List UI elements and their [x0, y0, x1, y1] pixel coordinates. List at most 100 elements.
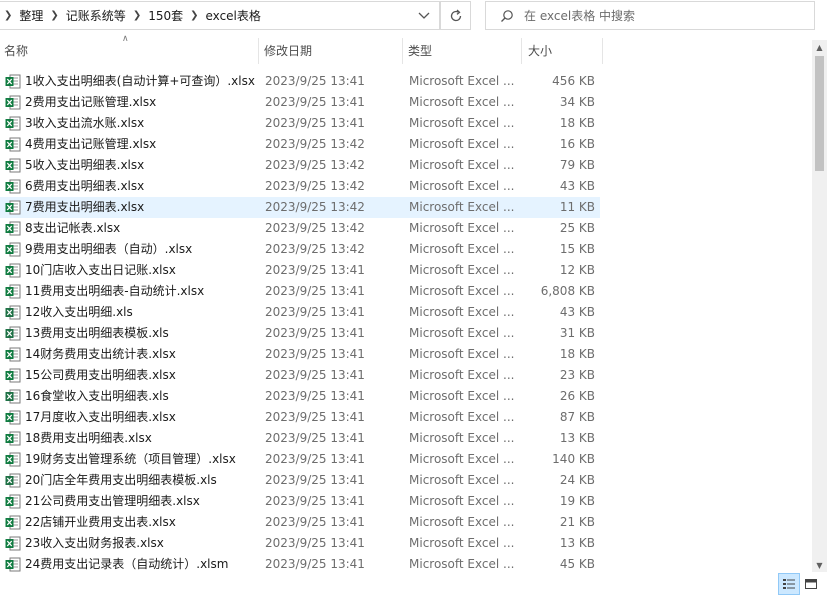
- file-row[interactable]: 17月度收入支出明细表.xlsx 2023/9/25 13:41 Microsoft…: [0, 407, 600, 428]
- file-size: 43 KB: [559, 179, 595, 193]
- breadcrumb-separator-icon[interactable]: ❯: [50, 10, 58, 21]
- file-date: 2023/9/25 13:41: [265, 284, 365, 298]
- file-row[interactable]: 1收入支出明细表(自动计算+可查询）.xlsx 2023/9/25 13:41 Mi…: [0, 71, 600, 92]
- search-input[interactable]: 在 excel表格 中搜索: [524, 7, 635, 24]
- breadcrumb-separator-icon[interactable]: ❯: [4, 10, 12, 21]
- address-history-dropdown[interactable]: [409, 2, 439, 29]
- large-icons-view-button[interactable]: [800, 573, 822, 595]
- excel-xlsx-icon: [5, 263, 21, 278]
- file-name: 18费用支出明细表.xlsx: [25, 431, 152, 445]
- file-date: 2023/9/25 13:41: [265, 95, 365, 109]
- file-date: 2023/9/25 13:41: [265, 473, 365, 487]
- details-view-button[interactable]: [778, 573, 800, 595]
- breadcrumb-item[interactable]: 整理: [19, 7, 43, 24]
- top-bar: ❯ 整理 ❯ 记账系统等 ❯ 150套 ❯ excel表格 在 excel表格 …: [0, 0, 827, 32]
- chevron-down-icon: [418, 12, 430, 19]
- breadcrumb-item[interactable]: excel表格: [206, 7, 261, 24]
- file-name: 15公司费用支出明细表.xlsx: [25, 368, 176, 382]
- file-row[interactable]: 19财务支出管理系统（项目管理）.xlsx 2023/9/25 13:41 Micr…: [0, 449, 600, 470]
- excel-xlsx-icon: [5, 116, 21, 131]
- file-date: 2023/9/25 13:41: [265, 116, 365, 130]
- file-row[interactable]: 3收入支出流水账.xlsx 2023/9/25 13:41 Microsoft Ex…: [0, 113, 600, 134]
- view-mode-buttons: [778, 573, 822, 595]
- search-icon: [501, 9, 513, 22]
- file-name: 12收入支出明细.xls: [25, 305, 133, 319]
- file-name: 21公司费用支出管理明细表.xlsx: [25, 494, 200, 508]
- file-date: 2023/9/25 13:41: [265, 557, 365, 571]
- file-row[interactable]: 9费用支出明细表（自动）.xlsx 2023/9/25 13:42 Microsof…: [0, 239, 600, 260]
- vertical-scrollbar[interactable]: ▲ ▼: [812, 40, 827, 572]
- file-name: 9费用支出明细表（自动）.xlsx: [25, 242, 193, 256]
- file-size: 24 KB: [559, 473, 595, 487]
- file-row[interactable]: 4费用支出记账管理.xlsx 2023/9/25 13:42 Microsoft E…: [0, 134, 600, 155]
- column-divider[interactable]: [258, 38, 259, 64]
- file-row[interactable]: 18费用支出明细表.xlsx 2023/9/25 13:41 Microsoft E…: [0, 428, 600, 449]
- file-type: Microsoft Excel ...: [409, 200, 515, 214]
- file-row[interactable]: 24费用支出记录表（自动统计）.xlsm 2023/9/25 13:41 Micro…: [0, 554, 600, 575]
- file-name: 14财务费用支出统计表.xlsx: [25, 347, 176, 361]
- column-divider[interactable]: [521, 38, 522, 64]
- file-date: 2023/9/25 13:41: [265, 263, 365, 277]
- breadcrumb-separator-icon[interactable]: ❯: [133, 10, 141, 21]
- file-type: Microsoft Excel ...: [409, 221, 515, 235]
- file-size: 15 KB: [559, 242, 595, 256]
- refresh-button[interactable]: [440, 1, 471, 30]
- excel-xlsx-icon: [5, 347, 21, 362]
- file-name: 8支出记帐表.xlsx: [25, 221, 121, 235]
- scrollbar-thumb[interactable]: [815, 56, 824, 171]
- file-date: 2023/9/25 13:41: [265, 410, 365, 424]
- file-size: 26 KB: [559, 389, 595, 403]
- column-divider[interactable]: [402, 38, 403, 64]
- file-row[interactable]: 22店铺开业费用支出表.xlsx 2023/9/25 13:41 Microsoft…: [0, 512, 600, 533]
- file-row[interactable]: 11费用支出明细表-自动统计.xlsx 2023/9/25 13:41 Micros…: [0, 281, 600, 302]
- file-row[interactable]: 16食堂收入支出明细表.xls 2023/9/25 13:41 Microsoft …: [0, 386, 600, 407]
- file-row[interactable]: 13费用支出明细表模板.xls 2023/9/25 13:41 Microsoft …: [0, 323, 600, 344]
- file-row[interactable]: 15公司费用支出明细表.xlsx 2023/9/25 13:41 Microsoft…: [0, 365, 600, 386]
- file-row[interactable]: 20门店全年费用支出明细表模板.xls 2023/9/25 13:41 Micros…: [0, 470, 600, 491]
- file-type: Microsoft Excel ...: [409, 95, 515, 109]
- scroll-down-icon[interactable]: ▼: [812, 558, 827, 572]
- file-name: 2费用支出记账管理.xlsx: [25, 95, 157, 109]
- file-row[interactable]: 12收入支出明细.xls 2023/9/25 13:41 Microsoft Exc…: [0, 302, 600, 323]
- file-size: 23 KB: [559, 368, 595, 382]
- file-type: Microsoft Excel ...: [409, 389, 515, 403]
- column-header-type[interactable]: 类型: [404, 38, 520, 64]
- file-size: 12 KB: [559, 263, 595, 277]
- file-size: 18 KB: [559, 347, 595, 361]
- file-type: Microsoft Excel ...: [409, 179, 515, 193]
- column-divider[interactable]: [602, 38, 603, 64]
- file-date: 2023/9/25 13:42: [265, 137, 365, 151]
- search-box[interactable]: 在 excel表格 中搜索: [485, 1, 815, 30]
- excel-xls-icon: [5, 305, 21, 320]
- file-row[interactable]: 8支出记帐表.xlsx 2023/9/25 13:42 Microsoft Exce…: [0, 218, 600, 239]
- file-row[interactable]: 21公司费用支出管理明细表.xlsx 2023/9/25 13:41 Microso…: [0, 491, 600, 512]
- file-size: 43 KB: [559, 305, 595, 319]
- column-header-size[interactable]: 大小: [524, 38, 602, 64]
- file-row[interactable]: 5收入支出明细表.xlsx 2023/9/25 13:42 Microsoft Ex…: [0, 155, 600, 176]
- breadcrumb-item[interactable]: 150套: [148, 7, 183, 24]
- file-size: 140 KB: [552, 452, 595, 466]
- file-row[interactable]: 7费用支出明细表.xlsx 2023/9/25 13:42 Microsoft Ex…: [0, 197, 600, 218]
- breadcrumb-separator-icon[interactable]: ❯: [190, 10, 198, 21]
- excel-xlsx-icon: [5, 284, 21, 299]
- breadcrumb-item[interactable]: 记账系统等: [66, 7, 126, 24]
- file-type: Microsoft Excel ...: [409, 368, 515, 382]
- column-header-name[interactable]: 名称: [0, 38, 258, 64]
- file-row[interactable]: 2费用支出记账管理.xlsx 2023/9/25 13:41 Microsoft E…: [0, 92, 600, 113]
- excel-xlsx-icon: [5, 137, 21, 152]
- file-type: Microsoft Excel ...: [409, 242, 515, 256]
- excel-xlsx-icon: [5, 536, 21, 551]
- file-row[interactable]: 6费用支出明细表.xlsx 2023/9/25 13:42 Microsoft Ex…: [0, 176, 600, 197]
- file-size: 11 KB: [559, 200, 595, 214]
- column-header-date[interactable]: 修改日期: [260, 38, 402, 64]
- file-row[interactable]: 23收入支出财务报表.xlsx 2023/9/25 13:41 Microsoft …: [0, 533, 600, 554]
- file-date: 2023/9/25 13:41: [265, 326, 365, 340]
- file-type: Microsoft Excel ...: [409, 473, 515, 487]
- file-row[interactable]: 14财务费用支出统计表.xlsx 2023/9/25 13:41 Microsoft…: [0, 344, 600, 365]
- file-size: 79 KB: [559, 158, 595, 172]
- address-bar[interactable]: ❯ 整理 ❯ 记账系统等 ❯ 150套 ❯ excel表格: [0, 1, 440, 30]
- scroll-up-icon[interactable]: ▲: [812, 40, 827, 54]
- file-row[interactable]: 10门店收入支出日记账.xlsx 2023/9/25 13:41 Microsoft…: [0, 260, 600, 281]
- file-type: Microsoft Excel ...: [409, 557, 515, 571]
- file-type: Microsoft Excel ...: [409, 137, 515, 151]
